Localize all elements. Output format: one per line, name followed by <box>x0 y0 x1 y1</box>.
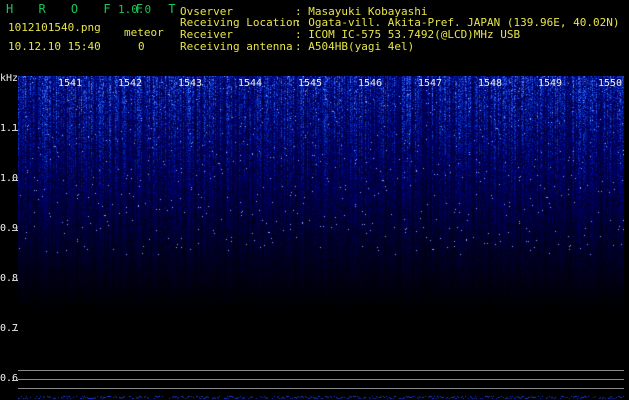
y-tick-label: 1.1 <box>0 123 19 134</box>
minute-label: 1549 <box>538 78 563 89</box>
meteor-count: 0 <box>138 40 145 53</box>
y-tick-label: 0.6 <box>0 373 19 384</box>
app-version: 1.0.0 <box>118 3 152 16</box>
spectrogram-canvas <box>18 76 624 400</box>
minute-label: 1545 <box>298 78 323 89</box>
minute-label: 1550 <box>598 78 623 89</box>
minute-label: 1547 <box>418 78 443 89</box>
minute-label: 1544 <box>238 78 263 89</box>
y-tick-label: 0.7 <box>0 323 19 334</box>
file-name: 1012101540.png <box>8 21 101 34</box>
frequency-axis: kHz 1.1 1.0 0.9 0.8 0.7 0.6 <box>0 73 19 400</box>
frequency-unit-label: kHz <box>0 73 19 84</box>
capture-datetime: 10.12.10 15:40 <box>8 40 101 53</box>
reference-line <box>18 379 624 380</box>
minute-label-row: 1541 1542 1543 1544 1545 1546 1547 1548 … <box>18 76 624 90</box>
header-panel: H R O F F T 1.0.0 1012101540.png meteor … <box>0 0 629 76</box>
antenna-value: : A504HB(yagi 4el) <box>295 40 415 53</box>
app-logo: H R O F F T <box>6 2 185 16</box>
reference-line <box>18 388 624 389</box>
minute-label: 1548 <box>478 78 503 89</box>
y-tick-label: 1.0 <box>0 173 19 184</box>
minute-label: 1546 <box>358 78 383 89</box>
meteor-label: meteor <box>124 26 164 39</box>
spectrogram-panel: 1541 1542 1543 1544 1545 1546 1547 1548 … <box>18 76 624 400</box>
reference-line <box>18 370 624 371</box>
y-tick-label: 0.9 <box>0 223 19 234</box>
minute-label: 1542 <box>118 78 143 89</box>
y-tick-label: 0.8 <box>0 273 19 284</box>
right-border <box>624 76 629 400</box>
minute-label: 1541 <box>58 78 83 89</box>
minute-label: 1543 <box>178 78 203 89</box>
antenna-label: Receiving antenna <box>180 40 293 53</box>
